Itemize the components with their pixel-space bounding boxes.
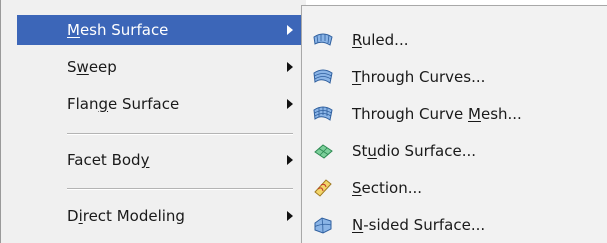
menu-item-facet-body[interactable]: Facet Body xyxy=(17,145,306,175)
submenu-item-n-sided-surface[interactable]: N-sided Surface... xyxy=(302,210,607,240)
submenu-item-label: Ruled... xyxy=(352,31,409,49)
menu-item-label: Facet Body xyxy=(67,151,150,169)
studio-surface-icon xyxy=(314,144,333,159)
menu-item-mesh-surface[interactable]: Mesh Surface xyxy=(17,15,306,45)
section-icon xyxy=(314,179,332,197)
n-sided-surface-icon xyxy=(314,217,332,234)
submenu-item-section[interactable]: Section... xyxy=(302,173,607,203)
submenu-item-label: Through Curves... xyxy=(352,68,486,86)
menu-item-label: Direct Modeling xyxy=(67,207,185,225)
ruled-surface-icon xyxy=(313,33,333,46)
menu-item-label: Flange Surface xyxy=(67,95,180,113)
submenu-arrow-icon xyxy=(287,62,293,72)
through-curves-icon xyxy=(313,69,333,84)
submenu-item-studio-surface[interactable]: Studio Surface... xyxy=(302,136,607,166)
mesh-surface-submenu: Ruled... Through Curves... Through Curve… xyxy=(301,5,607,243)
submenu-item-ruled[interactable]: Ruled... xyxy=(302,25,607,55)
menu-item-direct-modeling[interactable]: Direct Modeling xyxy=(17,201,306,231)
submenu-item-label: N-sided Surface... xyxy=(352,216,486,234)
submenu-arrow-icon xyxy=(287,211,293,221)
submenu-item-through-curves[interactable]: Through Curves... xyxy=(302,62,607,92)
menu-item-sweep[interactable]: Sweep xyxy=(17,52,306,82)
submenu-item-label: Section... xyxy=(352,179,423,197)
menu-separator xyxy=(67,133,293,135)
submenu-item-through-curve-mesh[interactable]: Through Curve Mesh... xyxy=(302,99,607,129)
submenu-item-label: Studio Surface... xyxy=(352,142,477,160)
through-curve-mesh-icon xyxy=(313,106,333,121)
menu-item-label: Sweep xyxy=(67,58,117,76)
submenu-arrow-icon xyxy=(287,25,293,35)
submenu-item-label: Through Curve Mesh... xyxy=(352,105,522,123)
menu-item-label: Mesh Surface xyxy=(67,21,169,39)
menu-item-flange-surface[interactable]: Flange Surface xyxy=(17,89,306,119)
submenu-arrow-icon xyxy=(287,99,293,109)
menu-separator xyxy=(67,188,293,190)
submenu-arrow-icon xyxy=(287,155,293,165)
primary-menu: Mesh Surface Sweep Flange Surface Facet … xyxy=(0,0,306,243)
